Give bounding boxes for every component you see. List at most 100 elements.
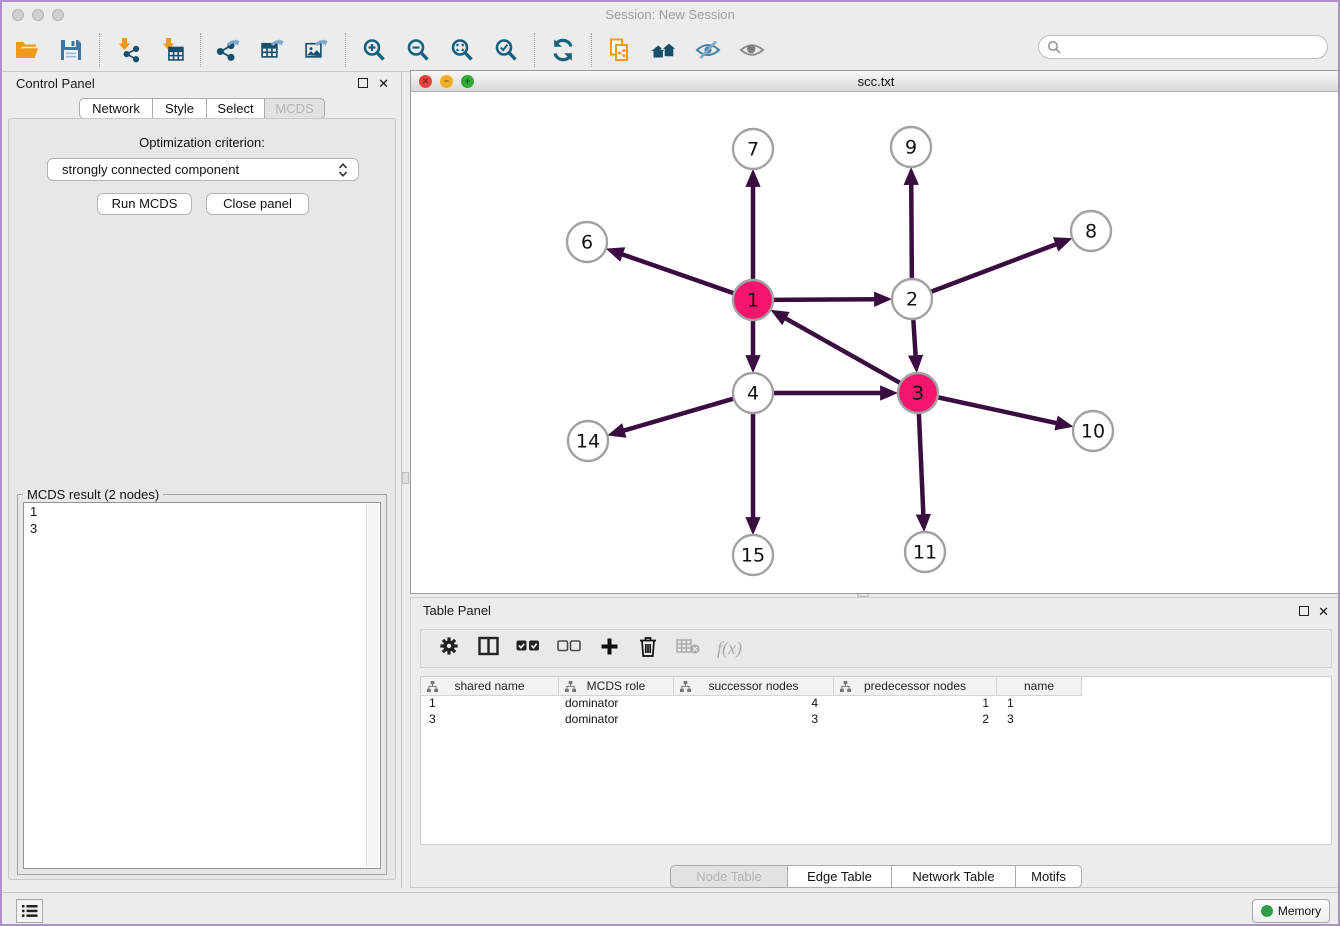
float-table-panel-icon[interactable]: [1299, 606, 1309, 616]
delete-column-icon: [639, 636, 657, 662]
add-column-button[interactable]: [598, 637, 620, 661]
graph-node-1[interactable]: 1: [733, 280, 773, 320]
mcds-result-node[interactable]: 1: [24, 503, 380, 520]
export-network-button[interactable]: [214, 35, 244, 65]
table-panel-title: Table Panel: [423, 603, 491, 618]
mcds-result-list[interactable]: 13: [23, 502, 381, 869]
graph-node-3[interactable]: 3: [898, 373, 938, 413]
export-table-button[interactable]: [258, 35, 288, 65]
graph-node-15[interactable]: 15: [733, 535, 773, 575]
run-mcds-button[interactable]: Run MCDS: [97, 193, 192, 215]
graph-edge-3-10[interactable]: [938, 397, 1057, 423]
zoom-fit-button[interactable]: [447, 35, 477, 65]
column-header-name[interactable]: name: [997, 677, 1082, 696]
graph-node-2[interactable]: 2: [892, 279, 932, 319]
graph-node-6[interactable]: 6: [567, 222, 607, 262]
import-table-button[interactable]: [157, 35, 187, 65]
table-toolbar: f(x): [420, 629, 1332, 668]
tab-select[interactable]: Select: [207, 98, 265, 119]
table-header-row: shared nameMCDS rolesuccessor nodesprede…: [421, 677, 1331, 696]
zoom-out-button[interactable]: [403, 35, 433, 65]
table-cell[interactable]: 3: [421, 712, 559, 728]
show-eye-button[interactable]: [737, 35, 767, 65]
tab-style[interactable]: Style: [153, 98, 207, 119]
select-all-button[interactable]: [516, 637, 540, 661]
tab-node-table[interactable]: Node Table: [670, 865, 788, 888]
zoom-in-button[interactable]: [359, 35, 389, 65]
column-header-shared-name[interactable]: shared name: [421, 677, 559, 696]
graph-node-4[interactable]: 4: [733, 373, 773, 413]
settings-button[interactable]: [438, 637, 460, 661]
graph-node-14[interactable]: 14: [568, 421, 608, 461]
tab-network[interactable]: Network: [79, 98, 153, 119]
memory-button[interactable]: Memory: [1252, 899, 1330, 923]
node-label: 7: [747, 139, 759, 161]
network-graph[interactable]: 7 9 6 8 1 2 4 3 14 10 15 11: [411, 93, 1340, 593]
table-tabs: Node TableEdge TableNetwork TableMotifs: [670, 865, 1082, 886]
hide-eye-button[interactable]: [693, 35, 723, 65]
table-cell[interactable]: 3: [674, 712, 834, 728]
zoom-selected-button[interactable]: [491, 35, 521, 65]
tab-mcds[interactable]: MCDS: [265, 98, 325, 119]
tab-motifs[interactable]: Motifs: [1016, 865, 1082, 888]
deselect-all-button[interactable]: [557, 637, 581, 661]
application-window: Session: New Session Control Panel ✕ Net…: [0, 0, 1340, 926]
graph-node-10[interactable]: 10: [1073, 411, 1113, 451]
delete-column-button[interactable]: [637, 637, 659, 661]
float-panel-icon[interactable]: [358, 78, 368, 88]
graph-edge-4-14[interactable]: [624, 399, 734, 431]
graph-node-7[interactable]: 7: [733, 129, 773, 169]
toolbar-separator: [345, 33, 346, 67]
table-row[interactable]: 3dominator323: [421, 712, 1331, 728]
main-toolbar: [2, 28, 1338, 72]
graph-edge-1-6[interactable]: [622, 254, 734, 293]
column-header-predecessor-nodes[interactable]: predecessor nodes: [834, 677, 997, 696]
optimization-label: Optimization criterion:: [9, 135, 395, 150]
table-row[interactable]: 1dominator411: [421, 696, 1331, 712]
home-button[interactable]: [649, 35, 679, 65]
network-canvas[interactable]: 7 9 6 8 1 2 4 3 14 10 15 11: [411, 93, 1340, 593]
graph-edge-3-11[interactable]: [919, 413, 923, 515]
graph-node-8[interactable]: 8: [1071, 211, 1111, 251]
optimization-select[interactable]: strongly connected component: [47, 158, 359, 181]
close-panel-icon[interactable]: ✕: [378, 77, 389, 90]
table-cell[interactable]: 1: [997, 696, 1082, 712]
import-network-button[interactable]: [113, 35, 143, 65]
task-history-button[interactable]: [16, 899, 43, 923]
table-cell[interactable]: 3: [997, 712, 1082, 728]
close-panel-button[interactable]: Close panel: [206, 193, 309, 215]
import-network-icon: [114, 36, 142, 64]
graph-edge-2-9[interactable]: [911, 184, 912, 279]
search-text-field[interactable]: [1061, 37, 1327, 57]
control-panel: Control Panel ✕ NetworkStyleSelectMCDS O…: [2, 72, 402, 888]
tab-edge-table[interactable]: Edge Table: [788, 865, 892, 888]
deselect-all-icon: [557, 639, 581, 658]
result-scrollbar[interactable]: [366, 504, 379, 867]
export-image-button[interactable]: [302, 35, 332, 65]
graph-edge-1-2[interactable]: [773, 299, 875, 300]
network-window-titlebar[interactable]: ✕ − + scc.txt: [411, 71, 1340, 92]
open-file-button[interactable]: [12, 35, 42, 65]
refresh-view-button[interactable]: [548, 35, 578, 65]
column-header-MCDS-role[interactable]: MCDS role: [559, 677, 674, 696]
table-cell[interactable]: dominator: [559, 696, 674, 712]
table-cell[interactable]: 4: [674, 696, 834, 712]
table-cell[interactable]: 1: [421, 696, 559, 712]
tab-network-table[interactable]: Network Table: [892, 865, 1016, 888]
clone-network-button[interactable]: [605, 35, 635, 65]
column-header-successor-nodes[interactable]: successor nodes: [674, 677, 834, 696]
search-input[interactable]: [1038, 35, 1328, 59]
graph-node-9[interactable]: 9: [891, 127, 931, 167]
save-session-button[interactable]: [56, 35, 86, 65]
table-cell[interactable]: 2: [834, 712, 997, 728]
mcds-result-node[interactable]: 3: [24, 520, 380, 537]
graph-edge-2-8[interactable]: [931, 244, 1057, 292]
graph-edge-3-1[interactable]: [785, 318, 900, 383]
close-table-panel-icon[interactable]: ✕: [1318, 605, 1329, 618]
split-view-button[interactable]: [477, 637, 499, 661]
graph-node-11[interactable]: 11: [905, 532, 945, 572]
vertical-splitter-handle[interactable]: [402, 472, 409, 484]
graph-edge-2-3[interactable]: [913, 319, 915, 356]
table-cell[interactable]: dominator: [559, 712, 674, 728]
table-cell[interactable]: 1: [834, 696, 997, 712]
